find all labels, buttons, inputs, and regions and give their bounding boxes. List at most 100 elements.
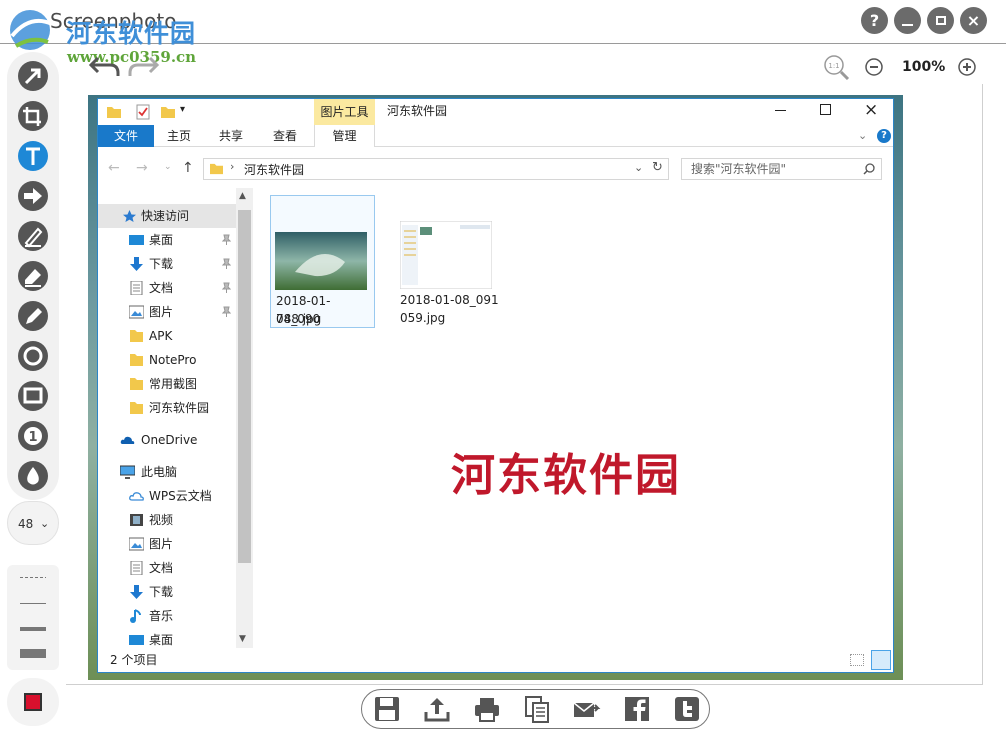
nav-videos[interactable]: 视频 [98, 508, 238, 532]
pin-icon[interactable] [222, 234, 231, 245]
pin-icon[interactable] [222, 306, 231, 317]
upload-icon[interactable] [422, 694, 452, 724]
nav-pc-pictures[interactable]: 图片 [98, 532, 238, 556]
folder-icon [130, 330, 143, 342]
nav-folder-apk[interactable]: APK [98, 324, 238, 348]
nav-documents[interactable]: 文档 [98, 276, 238, 300]
status-bar: 2 个项目 [98, 648, 893, 673]
nav-this-pc[interactable]: 此电脑 [98, 460, 238, 484]
line-thin-option[interactable] [20, 603, 46, 604]
folder-icon [107, 107, 121, 118]
search-input[interactable]: 搜索"河东软件园" [681, 158, 882, 180]
properties-icon[interactable] [136, 104, 150, 120]
minimize-button[interactable] [894, 7, 921, 34]
circle-icon[interactable] [11, 338, 55, 374]
new-folder-icon[interactable] [160, 105, 176, 119]
desktop-icon [129, 235, 144, 245]
size-select[interactable]: 48 ⌄ [7, 501, 59, 545]
tab-home[interactable]: 主页 [154, 125, 204, 147]
color-swatch [24, 693, 42, 711]
recent-dropdown-icon[interactable]: ⌄ [164, 162, 172, 172]
nav-desktop[interactable]: 桌面 [98, 228, 238, 252]
line-thick-option[interactable] [20, 649, 46, 658]
pencil-icon[interactable] [11, 298, 55, 334]
facebook-icon[interactable] [622, 694, 652, 724]
save-icon[interactable] [372, 694, 402, 724]
pin-icon[interactable] [222, 282, 231, 293]
large-icons-view-icon[interactable] [871, 650, 891, 670]
ribbon-context-label: 图片工具 [314, 99, 375, 125]
redo-icon[interactable] [126, 54, 160, 80]
line-medium-option[interactable] [20, 627, 46, 631]
blur-icon[interactable] [11, 458, 55, 494]
scroll-thumb[interactable] [238, 210, 251, 563]
breadcrumb[interactable]: 河东软件园 [244, 161, 304, 178]
copy-icon[interactable] [522, 694, 552, 724]
brand-logo [10, 10, 53, 50]
image-thumbnail [275, 232, 367, 290]
address-bar[interactable]: › 河东软件园 ⌄ ↻ [203, 158, 669, 180]
arrow-icon[interactable] [11, 58, 55, 94]
eraser-icon[interactable] [11, 258, 55, 294]
nav-downloads[interactable]: 下载 [98, 252, 238, 276]
help-button[interactable]: ? [861, 7, 888, 34]
nav-music[interactable]: 音乐 [98, 604, 238, 628]
nav-pictures[interactable]: 图片 [98, 300, 238, 324]
explorer-close-button[interactable]: × [864, 99, 878, 121]
help-icon[interactable]: ? [877, 129, 891, 143]
file-item[interactable]: 2018-01-08_091 059.jpg [396, 195, 501, 328]
file-list: 2018-01-08_090 748.jpg 2018-01-08_091 05… [253, 188, 893, 648]
tab-manage[interactable]: 管理 [314, 125, 375, 147]
explorer-minimize-button[interactable] [775, 110, 786, 111]
text-icon[interactable] [11, 138, 55, 174]
arrow-right-icon[interactable] [11, 178, 55, 214]
zoom-fit-icon[interactable]: 1:1 [822, 54, 850, 80]
color-picker[interactable] [7, 678, 59, 726]
folder-icon [210, 163, 223, 175]
scroll-down-icon[interactable]: ▼ [239, 634, 246, 644]
tab-view[interactable]: 查看 [260, 125, 310, 147]
size-value: 48 [18, 517, 34, 531]
close-button[interactable]: × [960, 7, 987, 34]
pin-icon[interactable] [222, 258, 231, 269]
back-icon[interactable]: ← [108, 160, 120, 176]
nav-onedrive[interactable]: OneDrive [98, 428, 238, 452]
zoom-out-icon[interactable] [864, 57, 884, 77]
tab-file[interactable]: 文件 [98, 125, 154, 147]
ribbon-expand-icon[interactable]: ⌄ [858, 129, 867, 142]
nav-wps-cloud[interactable]: WPS云文档 [98, 484, 238, 508]
tab-share[interactable]: 共享 [206, 125, 256, 147]
nav-quick-access[interactable]: 快速访问 [98, 204, 238, 228]
nav-pc-downloads[interactable]: 下载 [98, 580, 238, 604]
nav-folder-notepro[interactable]: NotePro [98, 348, 238, 372]
maximize-button[interactable] [927, 7, 954, 34]
refresh-icon[interactable]: ↻ [652, 160, 663, 175]
nav-folder-hedong[interactable]: 河东软件园 [98, 396, 238, 420]
nav-folder-screenshots[interactable]: 常用截图 [98, 372, 238, 396]
qat-dropdown-icon[interactable]: ▾ [180, 104, 185, 115]
details-view-icon[interactable] [850, 654, 864, 666]
overlay-text[interactable]: 河东软件园 [451, 439, 681, 503]
forward-icon[interactable]: → [136, 160, 148, 176]
number-icon[interactable]: 1 [11, 418, 55, 454]
explorer-window-title: 河东软件园 [387, 104, 448, 118]
explorer-maximize-button[interactable] [820, 104, 831, 115]
file-name-ext: 748.jpg [276, 312, 322, 326]
line-dashed-option[interactable] [20, 577, 46, 578]
rectangle-icon[interactable] [11, 378, 55, 414]
marker-icon[interactable] [11, 218, 55, 254]
video-icon [130, 514, 143, 526]
up-icon[interactable]: ↑ [182, 160, 194, 176]
email-icon[interactable] [572, 694, 602, 724]
nav-scrollbar[interactable]: ▲ ▼ [236, 188, 253, 648]
file-item[interactable]: 2018-01-08_090 748.jpg [270, 195, 375, 328]
folder-icon [130, 378, 143, 390]
crop-icon[interactable] [11, 98, 55, 134]
print-icon[interactable] [472, 694, 502, 724]
twitter-icon[interactable] [672, 694, 702, 724]
undo-icon[interactable] [88, 54, 122, 80]
address-dropdown-icon[interactable]: ⌄ [634, 161, 643, 174]
scroll-up-icon[interactable]: ▲ [239, 191, 246, 201]
zoom-in-icon[interactable] [957, 57, 977, 77]
nav-pc-documents[interactable]: 文档 [98, 556, 238, 580]
